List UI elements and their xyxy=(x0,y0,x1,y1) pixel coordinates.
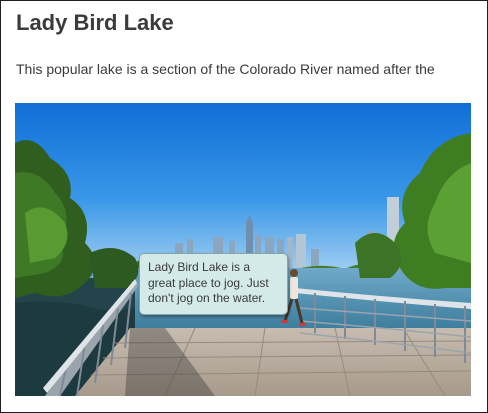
page-frame: Lady Bird Lake This popular lake is a se… xyxy=(0,0,488,413)
page-title: Lady Bird Lake xyxy=(16,10,174,35)
photo-tooltip: Lady Bird Lake is a great place to jog. … xyxy=(139,253,288,315)
intro-paragraph: This popular lake is a section of the Co… xyxy=(16,61,435,77)
lake-photo[interactable] xyxy=(15,103,471,396)
lake-photo-illustration xyxy=(15,103,471,396)
